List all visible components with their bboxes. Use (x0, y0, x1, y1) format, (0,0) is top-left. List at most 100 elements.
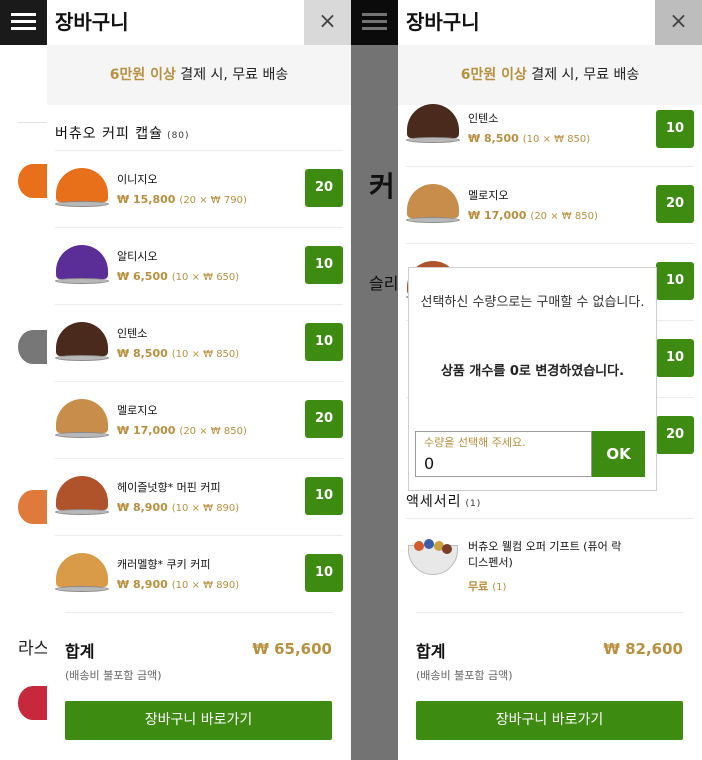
price-detail: (10 × ₩ 650) (171, 272, 240, 283)
total-note: (배송비 불포함 금액) (416, 669, 513, 682)
capsule-image (406, 184, 460, 228)
price-value: 무료 (468, 580, 489, 593)
footer-divider (416, 612, 684, 613)
product-name: 인텐소 (468, 112, 499, 125)
quantity-button[interactable]: 10 (656, 339, 694, 377)
go-to-cart-button[interactable]: 장바구니 바로가기 (65, 701, 332, 740)
price-value: ₩ 8,500 (468, 132, 519, 145)
background-capsule (18, 490, 48, 524)
price-detail: (10 × ₩ 890) (171, 503, 240, 514)
product-name: 인텐소 (117, 327, 148, 340)
total-label: 합계 (65, 642, 95, 661)
total-note: (배송비 불포함 금액) (65, 669, 162, 682)
product-price: 무료 (1) (468, 578, 506, 594)
price-value: ₩ 17,000 (117, 424, 176, 437)
close-icon[interactable]: × (655, 0, 702, 45)
background-capsule (18, 686, 48, 720)
price-detail: (20 × ₩ 850) (530, 211, 598, 222)
quantity-button[interactable]: 20 (656, 185, 694, 223)
product-name-line2: 디스펜서) (468, 556, 513, 569)
quantity-button[interactable]: 10 (656, 262, 694, 300)
price-value: ₩ 8,500 (117, 347, 168, 360)
quantity-button[interactable]: 10 (305, 323, 343, 361)
quantity-button[interactable]: 20 (656, 416, 694, 454)
capsule-image (55, 322, 109, 366)
cart-drawer: 장바구니 × 6만원 이상 결제 시, 무료 배송 버츄오 커피 캡슐 (80) … (47, 0, 351, 760)
price-detail: (20 × ₩ 850) (179, 426, 247, 437)
section-count: (80) (167, 131, 190, 141)
cart-panel-right: 커 슬리 장바구니 × 6만원 이상 결제 시, 무료 배송 인텐소 ₩ 8,5… (351, 0, 702, 760)
capsule-image (55, 168, 109, 212)
capsule-image (55, 476, 109, 520)
capsule-image (55, 245, 109, 289)
product-name: 버츄오 웰컴 오퍼 기프트 (퓨어 락디스펜서) (468, 539, 621, 571)
list-item: 캐러멜향* 쿠키 커피 ₩ 8,900 (10 × ₩ 890) 10 (55, 535, 343, 612)
footer-divider (65, 612, 333, 613)
ok-button[interactable]: OK (592, 431, 645, 477)
product-name: 멜로지오 (117, 404, 158, 417)
capsule-image (55, 399, 109, 443)
cart-title: 장바구니 (55, 10, 129, 34)
section-count: (1) (465, 499, 482, 509)
product-price: ₩ 8,500 (10 × ₩ 850) (117, 347, 239, 360)
product-name-line1: 버츄오 웰컴 오퍼 기프트 (퓨어 락 (468, 540, 622, 553)
product-name: 알티시오 (117, 250, 158, 263)
banner-text: 결제 시, 무료 배송 (526, 67, 640, 83)
section-label: 버츄오 커피 캡슐 (55, 126, 164, 142)
quantity-input[interactable]: 수량을 선택해 주세요. 0 (415, 431, 592, 477)
price-detail: (1) (492, 582, 507, 593)
quantity-button[interactable]: 10 (305, 554, 343, 592)
quantity-button[interactable]: 20 (305, 400, 343, 438)
product-name: 캐러멜향* 쿠키 커피 (117, 558, 211, 571)
price-value: ₩ 8,900 (117, 578, 168, 591)
product-price: ₩ 8,900 (10 × ₩ 890) (117, 501, 239, 514)
quantity-error-dialog: 선택하신 수량으로는 구매할 수 없습니다. 상품 개수를 0로 변경하였습니다… (408, 267, 657, 491)
product-price: ₩ 8,500 (10 × ₩ 850) (468, 132, 590, 145)
go-to-cart-button[interactable]: 장바구니 바로가기 (416, 701, 683, 740)
product-price: ₩ 17,000 (20 × ₩ 850) (117, 424, 247, 437)
list-item: 알티시오 ₩ 6,500 (10 × ₩ 650) 10 (55, 227, 343, 304)
free-shipping-banner: 6만원 이상 결제 시, 무료 배송 (47, 45, 351, 105)
product-price: ₩ 17,000 (20 × ₩ 850) (468, 209, 598, 222)
quantity-input-label: 수량을 선택해 주세요. (424, 436, 526, 449)
menu-icon[interactable] (0, 0, 47, 45)
modal-overlay (351, 0, 398, 760)
free-shipping-banner: 6만원 이상 결제 시, 무료 배송 (398, 45, 702, 105)
section-accessories: 액세서리 (1) (406, 491, 481, 511)
section-label: 액세서리 (406, 494, 462, 510)
accessory-item: 버츄오 웰컴 오퍼 기프트 (퓨어 락디스펜서) 무료 (1) (406, 518, 694, 612)
product-price: ₩ 6,500 (10 × ₩ 650) (117, 270, 239, 283)
background-heading: 라스 (18, 639, 50, 659)
quantity-button[interactable]: 10 (305, 477, 343, 515)
list-item: 인텐소 ₩ 8,500 (10 × ₩ 850) 10 (55, 304, 343, 381)
price-detail: (10 × ₩ 850) (171, 349, 240, 360)
capsule-image (406, 104, 460, 148)
product-name: 멜로지오 (468, 189, 509, 202)
product-name: 이니지오 (117, 173, 158, 186)
background-capsule (18, 164, 48, 198)
quantity-button[interactable]: 10 (305, 246, 343, 284)
price-detail: (10 × ₩ 850) (522, 134, 591, 145)
dispenser-image (406, 539, 460, 583)
banner-highlight: 6만원 이상 (460, 67, 527, 83)
cart-panel-left: 라스 장바구니 × 6만원 이상 결제 시, 무료 배송 버츄오 커피 캡슐 (8… (0, 0, 351, 760)
product-name: 헤이즐넛향* 머핀 커피 (117, 481, 221, 494)
quantity-button[interactable]: 20 (305, 169, 343, 207)
list-item: 멜로지오 ₩ 17,000 (20 × ₩ 850) 20 (406, 166, 694, 243)
price-value: ₩ 15,800 (117, 193, 176, 206)
price-detail: (10 × ₩ 890) (171, 580, 240, 591)
section-capsules: 버츄오 커피 캡슐 (80) (55, 123, 190, 143)
cart-title: 장바구니 (406, 10, 480, 34)
price-value: ₩ 6,500 (117, 270, 168, 283)
banner-text: 결제 시, 무료 배송 (175, 67, 289, 83)
close-icon[interactable]: × (304, 0, 351, 45)
list-item: 멜로지오 ₩ 17,000 (20 × ₩ 850) 20 (55, 381, 343, 458)
background-capsule (18, 330, 48, 364)
dialog-message-bold: 상품 개수를 0로 변경하였습니다. (440, 364, 625, 379)
total-label: 합계 (416, 642, 446, 661)
total-value: ₩ 65,600 (252, 640, 332, 658)
total-value: ₩ 82,600 (603, 640, 683, 658)
quantity-button[interactable]: 10 (656, 110, 694, 148)
product-price: ₩ 8,900 (10 × ₩ 890) (117, 578, 239, 591)
list-item: 헤이즐넛향* 머핀 커피 ₩ 8,900 (10 × ₩ 890) 10 (55, 458, 343, 535)
